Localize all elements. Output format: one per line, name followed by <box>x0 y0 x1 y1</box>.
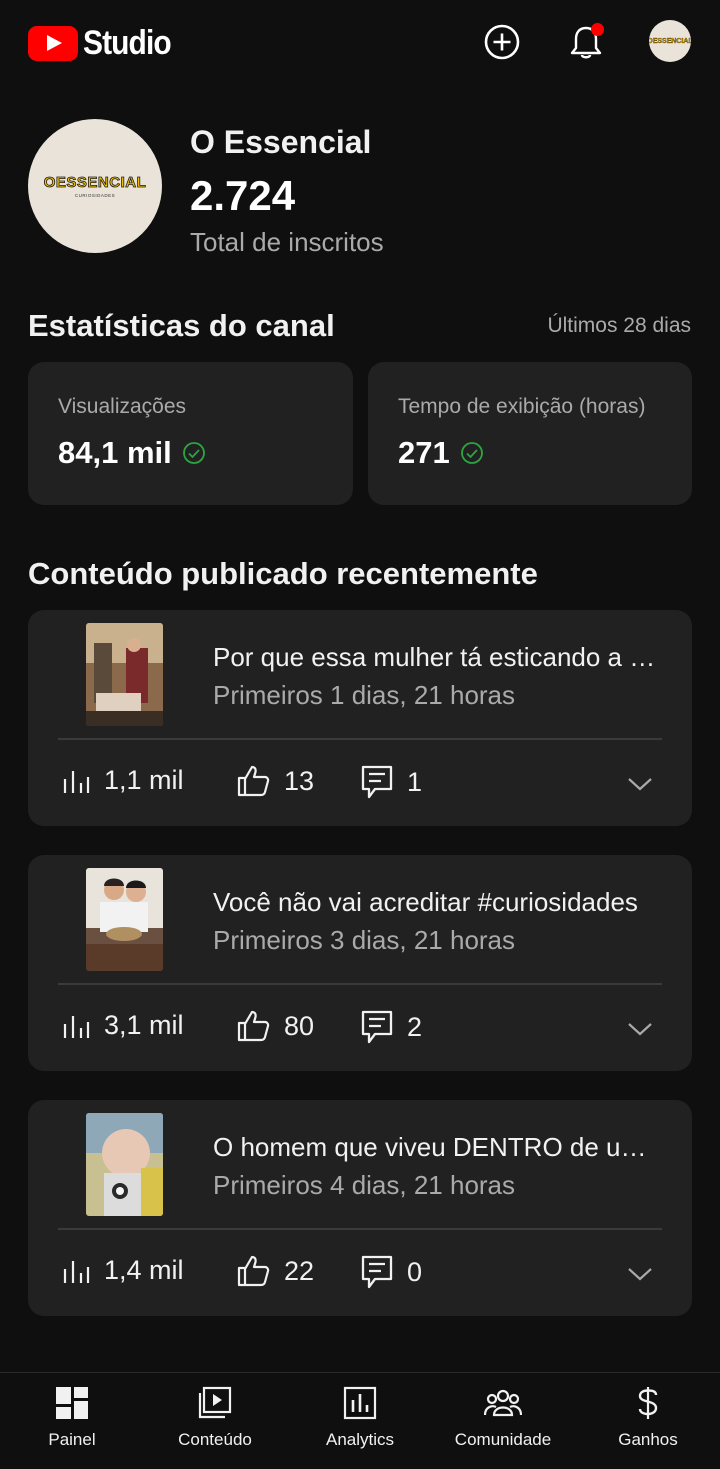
likes-count: 13 <box>284 765 315 796</box>
comments-count: 2 <box>407 1011 423 1042</box>
stat-label: Visualizações <box>58 395 187 418</box>
views-count: 3,1 mil <box>104 1010 184 1040</box>
check-circle-icon <box>182 442 205 464</box>
logo-text: Studio <box>83 24 172 62</box>
subscriber-label: Total de inscritos <box>190 227 384 257</box>
video-title[interactable]: Por que essa mulher tá esticando a massa… <box>213 642 663 673</box>
video-thumbnail[interactable] <box>86 1113 163 1216</box>
subscriber-count: 2.724 <box>190 172 296 219</box>
studio-logo[interactable]: Studio <box>28 24 183 63</box>
likes-metric: 22 <box>236 1255 314 1287</box>
likes-metric: 13 <box>236 765 314 797</box>
likes-count: 22 <box>284 1255 315 1286</box>
create-plus-icon[interactable] <box>482 22 522 62</box>
bell-icon[interactable] <box>566 22 606 62</box>
video-thumbnail[interactable] <box>86 623 163 726</box>
nav-item-analytics[interactable]: Analytics <box>290 1385 430 1450</box>
channel-logo-subtext: CURIOSIDADES <box>74 193 116 198</box>
comment-icon <box>361 765 393 799</box>
nav-item-comunidade[interactable]: Comunidade <box>433 1385 573 1450</box>
community-icon <box>484 1389 522 1417</box>
video-title[interactable]: O homem que viveu DENTRO de um pulmão de… <box>213 1132 663 1163</box>
nav-item-conteudo[interactable]: Conteúdo <box>145 1385 285 1450</box>
avatar-logo-text: OESSENCIAL <box>649 37 691 45</box>
top-app-bar: Studio OESSENCIAL <box>0 0 720 86</box>
nav-item-painel[interactable]: Painel <box>2 1385 142 1450</box>
account-avatar[interactable]: OESSENCIAL <box>649 20 691 62</box>
views-metric: 1,1 mil <box>62 765 184 796</box>
video-period: Primeiros 3 dias, 21 horas <box>213 925 516 955</box>
recent-content-title: Conteúdo publicado recentemente <box>28 556 538 591</box>
views-bar-icon <box>63 1015 90 1038</box>
channel-avatar[interactable]: OESSENCIAL CURIOSIDADES <box>28 119 162 253</box>
check-circle-icon <box>460 442 483 464</box>
nav-label: Analytics <box>325 1430 395 1449</box>
views-count: 1,4 mil <box>104 1255 184 1285</box>
video-card[interactable]: Você não vai acreditar #curiosidades Pri… <box>28 855 692 1071</box>
content-icon <box>198 1386 232 1419</box>
comments-count: 1 <box>407 766 423 797</box>
stat-card-views[interactable]: Visualizações 84,1 mil <box>28 362 353 505</box>
stats-period: Últimos 28 dias <box>547 314 691 337</box>
video-card[interactable]: Por que essa mulher tá esticando a massa… <box>28 610 692 826</box>
channel-name: O Essencial <box>190 124 372 160</box>
comments-metric: 1 <box>361 765 422 799</box>
views-metric: 3,1 mil <box>62 1010 184 1041</box>
nav-label: Painel <box>48 1430 96 1449</box>
nav-item-ganhos[interactable]: Ganhos <box>578 1385 718 1450</box>
chevron-down-icon[interactable] <box>624 1258 656 1290</box>
divider <box>58 1228 662 1230</box>
stat-value: 271 <box>398 435 450 470</box>
likes-metric: 80 <box>236 1010 314 1042</box>
dashboard-icon <box>56 1387 88 1419</box>
thumb-up-icon <box>237 765 270 797</box>
chevron-down-icon[interactable] <box>624 768 656 800</box>
notification-dot <box>591 23 604 36</box>
views-bar-icon <box>63 770 90 793</box>
stat-card-watch-time[interactable]: Tempo de exibição (horas) 271 <box>368 362 692 505</box>
comments-count: 0 <box>407 1256 423 1287</box>
nav-label: Comunidade <box>454 1430 552 1449</box>
channel-logo-text: OESSENCIAL <box>43 174 147 192</box>
earn-dollar-icon <box>638 1387 658 1419</box>
comments-metric: 2 <box>361 1010 422 1044</box>
thumb-up-icon <box>237 1010 270 1042</box>
stat-value: 84,1 mil <box>58 435 172 470</box>
youtube-play-icon <box>28 26 78 61</box>
thumb-up-icon <box>237 1255 270 1287</box>
divider <box>58 983 662 985</box>
video-title[interactable]: Você não vai acreditar #curiosidades <box>213 887 663 918</box>
comments-metric: 0 <box>361 1255 422 1289</box>
bottom-navigation: Painel Conteúdo Analytics Comunidade Gan… <box>0 1372 720 1469</box>
views-count: 1,1 mil <box>104 765 184 795</box>
video-period: Primeiros 1 dias, 21 horas <box>213 680 516 710</box>
divider <box>58 738 662 740</box>
stat-label: Tempo de exibição (horas) <box>398 395 646 418</box>
video-period: Primeiros 4 dias, 21 horas <box>213 1170 516 1200</box>
video-card[interactable]: O homem que viveu DENTRO de um pulmão de… <box>28 1100 692 1316</box>
comment-icon <box>361 1255 393 1289</box>
chevron-down-icon[interactable] <box>624 1013 656 1045</box>
nav-label: Ganhos <box>618 1430 678 1449</box>
views-metric: 1,4 mil <box>62 1255 184 1286</box>
likes-count: 80 <box>284 1010 315 1041</box>
stats-title: Estatísticas do canal <box>28 308 335 343</box>
analytics-icon <box>343 1386 377 1420</box>
comment-icon <box>361 1010 393 1044</box>
video-thumbnail[interactable] <box>86 868 163 971</box>
nav-label: Conteúdo <box>178 1430 252 1449</box>
views-bar-icon <box>63 1260 90 1283</box>
